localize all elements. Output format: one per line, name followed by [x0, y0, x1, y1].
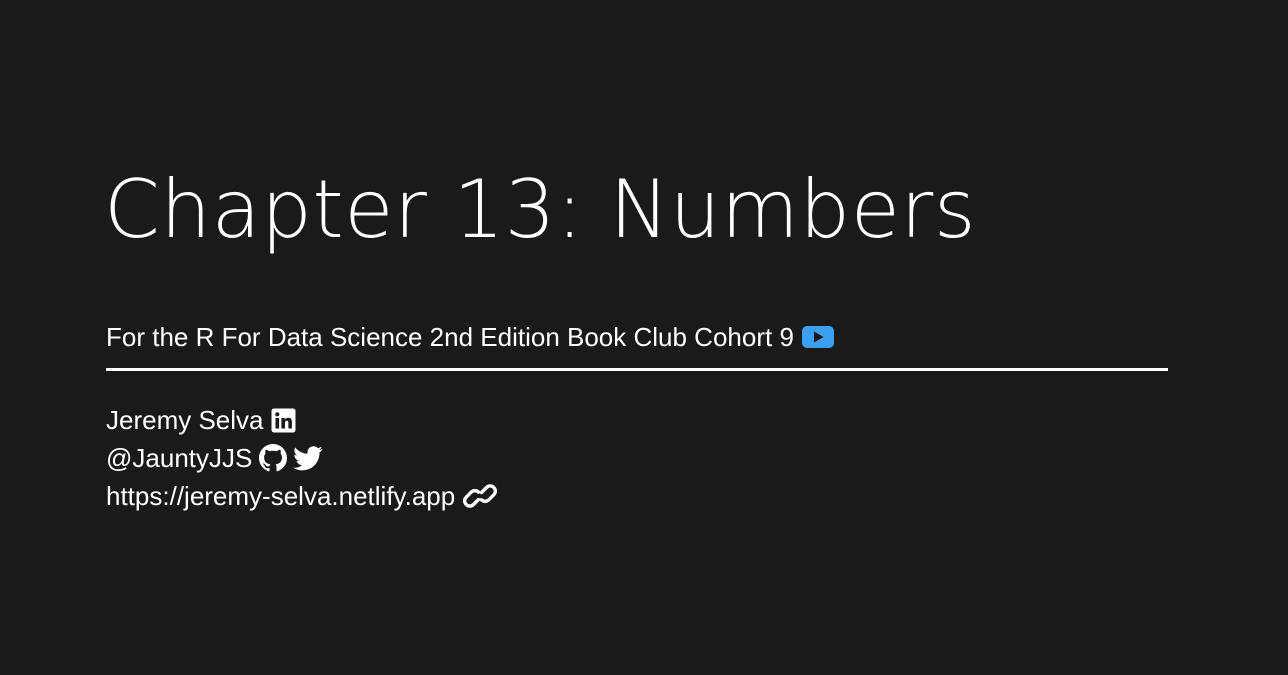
link-icon[interactable] [463, 482, 498, 510]
twitter-icon[interactable] [293, 445, 323, 471]
author-name: Jeremy Selva [106, 404, 264, 435]
title-divider [106, 368, 1168, 371]
youtube-icon[interactable] [801, 325, 834, 349]
slide-title: Chapter 13: Numbers [104, 163, 976, 256]
author-handle-line: @JauntyJJS [106, 439, 497, 477]
author-website-link[interactable]: https://jeremy-selva.netlify.app [106, 481, 455, 512]
author-handle: @JauntyJJS [106, 442, 253, 473]
author-block: Jeremy Selva @JauntyJJS https://jeremy-s… [106, 401, 498, 515]
title-slide: Chapter 13: Numbers For the R For Data S… [0, 0, 1288, 675]
author-name-line: Jeremy Selva [106, 401, 497, 439]
author-website-line: https://jeremy-selva.netlify.app [106, 477, 498, 515]
slide-subtitle: For the R For Data Science 2nd Edition B… [106, 320, 834, 354]
github-icon[interactable] [259, 444, 288, 472]
subtitle-text: For the R For Data Science 2nd Edition B… [106, 322, 794, 352]
linkedin-icon[interactable] [271, 408, 296, 433]
